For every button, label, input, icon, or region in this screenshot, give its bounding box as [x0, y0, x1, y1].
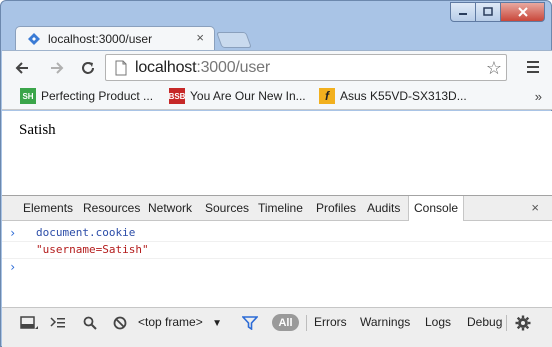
prompt-icon: ›: [9, 260, 17, 274]
reload-icon: [82, 62, 94, 74]
devtools-tab-bar: Elements Resources Network Sources Timel…: [2, 196, 552, 221]
chrome-menu-button[interactable]: [526, 60, 540, 77]
show-drawer-button[interactable]: [48, 315, 68, 331]
tab-network[interactable]: Network: [148, 201, 192, 215]
devtools-close-button[interactable]: ×: [531, 200, 539, 215]
filter-funnel-icon: [242, 316, 258, 330]
tab-resources[interactable]: Resources: [83, 201, 140, 215]
chevron-down-icon: ▼: [212, 318, 222, 329]
devtools-status-bar: <top frame> ▼ All Errors Warnings Logs D…: [2, 307, 552, 337]
gear-icon: [515, 315, 531, 331]
filter-logs[interactable]: Logs: [425, 315, 451, 329]
filter-debug[interactable]: Debug: [467, 315, 502, 329]
page-icon: [115, 60, 127, 76]
bookmark-label: You Are Our New In...: [190, 89, 306, 103]
tab-sources[interactable]: Sources: [205, 201, 249, 215]
reload-button[interactable]: [78, 58, 98, 78]
bookmark-item[interactable]: SH Perfecting Product ...: [20, 88, 153, 104]
maximize-icon: [483, 7, 493, 16]
search-icon: [83, 316, 97, 330]
divider: [306, 315, 307, 331]
console-input-line: › document.cookie: [2, 225, 552, 242]
back-arrow-icon: [15, 62, 28, 74]
filter-errors[interactable]: Errors: [314, 315, 347, 329]
browser-window: localhost:3000/user × localhost:3000/use…: [0, 0, 552, 347]
back-button[interactable]: [12, 58, 32, 78]
page-text: Satish: [19, 122, 56, 138]
bookmarks-overflow-button[interactable]: »: [535, 89, 542, 104]
filter-warnings[interactable]: Warnings: [360, 315, 410, 329]
favicon-icon: [28, 33, 40, 45]
tab-timeline[interactable]: Timeline: [258, 201, 303, 215]
tab-console[interactable]: Console: [408, 196, 465, 221]
bookmark-star-icon[interactable]: ☆: [486, 58, 502, 78]
search-button[interactable]: [82, 315, 98, 331]
devtools-panel: Elements Resources Network Sources Timel…: [2, 195, 552, 347]
bookmark-item[interactable]: f Asus K55VD-SX313D...: [319, 88, 467, 104]
frame-selector[interactable]: <top frame> ▼: [138, 315, 222, 329]
forward-arrow-icon: [51, 62, 64, 74]
prompt-icon: ›: [9, 226, 17, 240]
window-controls: [450, 2, 545, 22]
close-icon: [517, 7, 528, 17]
clear-icon: [113, 316, 127, 330]
browser-tab[interactable]: localhost:3000/user ×: [15, 26, 215, 50]
tab-title: localhost:3000/user: [48, 32, 153, 46]
settings-button[interactable]: [514, 315, 532, 331]
bookmarks-bar: SH Perfecting Product ... BSB You Are Ou…: [2, 84, 552, 110]
bookmark-item[interactable]: BSB You Are Our New In...: [169, 88, 306, 104]
url-text[interactable]: localhost:3000/user: [135, 59, 270, 77]
hamburger-menu-icon: [527, 61, 539, 73]
window-close-button[interactable]: [501, 2, 545, 22]
bookmark-favicon-icon: BSB: [169, 88, 185, 104]
clear-console-button[interactable]: [112, 315, 128, 331]
dock-side-icon: [20, 316, 38, 329]
filter-button[interactable]: [241, 315, 259, 331]
console-result: "username=Satish": [36, 243, 149, 256]
filter-all-pill[interactable]: All: [272, 314, 299, 331]
status-strip: [2, 337, 552, 347]
minimize-icon: [459, 13, 467, 15]
divider: [506, 315, 507, 331]
tab-elements[interactable]: Elements: [23, 201, 73, 215]
maximize-button[interactable]: [476, 2, 501, 22]
tab-profiles[interactable]: Profiles: [316, 201, 356, 215]
console-command: document.cookie: [36, 226, 136, 239]
console-drawer-icon: [50, 317, 65, 328]
title-bar: localhost:3000/user ×: [1, 1, 551, 50]
frame-selector-label: <top frame>: [138, 315, 203, 329]
forward-button[interactable]: [47, 58, 67, 78]
console-output[interactable]: › document.cookie "username=Satish" ›: [2, 222, 552, 306]
bookmark-label: Perfecting Product ...: [41, 89, 154, 103]
minimize-button[interactable]: [450, 2, 476, 22]
bookmark-favicon-icon: f: [319, 88, 335, 104]
new-tab-button[interactable]: [216, 32, 252, 48]
toolbar: localhost:3000/user ☆: [2, 50, 552, 84]
console-result-line: "username=Satish": [2, 242, 552, 259]
console-prompt-line[interactable]: ›: [2, 259, 552, 276]
address-bar[interactable]: localhost:3000/user ☆: [105, 54, 507, 81]
tab-close-button[interactable]: ×: [196, 31, 204, 45]
bookmark-favicon-icon: SH: [20, 88, 36, 104]
dock-button[interactable]: [18, 315, 40, 331]
bookmark-label: Asus K55VD-SX313D...: [340, 89, 467, 103]
page-content: Satish: [2, 111, 552, 195]
tab-audits[interactable]: Audits: [367, 201, 400, 215]
